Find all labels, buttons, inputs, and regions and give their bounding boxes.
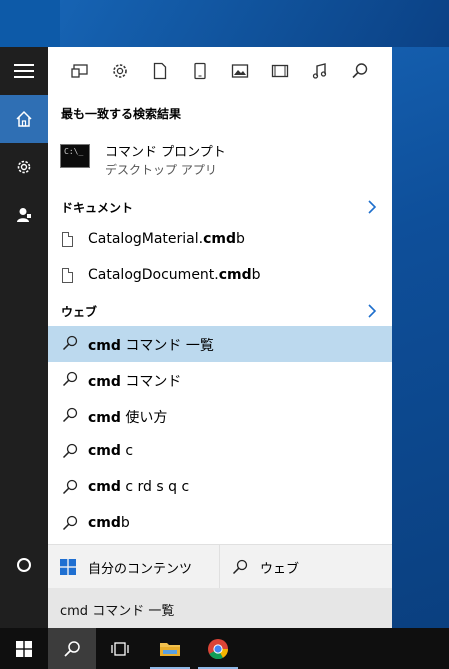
tablet-icon xyxy=(194,62,206,80)
best-match-result[interactable]: C:\_ コマンド プロンプト デスクトップ アプリ xyxy=(48,131,392,181)
document-icon xyxy=(153,62,167,80)
search-icon xyxy=(62,479,78,495)
web-scope-label: ウェブ xyxy=(260,562,300,577)
document-result-0[interactable]: CatalogMaterial.cmdb xyxy=(48,222,392,258)
start-button[interactable] xyxy=(0,628,48,669)
devices-filter[interactable] xyxy=(190,61,210,81)
home-button[interactable] xyxy=(0,95,48,143)
web-suggestion-text: cmd コマンド 一覧 xyxy=(88,338,214,354)
search-icon xyxy=(62,371,78,387)
documents-chevron-right-icon[interactable] xyxy=(366,200,378,214)
web-suggestion-text: cmdb xyxy=(88,515,130,531)
search-icon xyxy=(62,407,78,423)
taskbar xyxy=(0,628,449,669)
web-suggestion-text: cmd 使い方 xyxy=(88,410,168,426)
web-search-icon xyxy=(352,63,368,79)
taskbar-search-button[interactable] xyxy=(48,628,96,669)
document-name: CatalogDocument.cmdb xyxy=(88,267,261,283)
hamburger-icon xyxy=(14,64,34,78)
search-icon xyxy=(62,335,78,351)
desktop-background xyxy=(0,0,449,47)
apps-filter[interactable] xyxy=(70,61,90,81)
cortana-button[interactable] xyxy=(0,541,48,589)
search-icon xyxy=(62,443,78,459)
photos-filter[interactable] xyxy=(230,61,250,81)
command-prompt-icon: C:\_ xyxy=(60,144,90,168)
music-filter[interactable] xyxy=(310,61,330,81)
web-suggestion-4[interactable]: cmd c rd s q c xyxy=(48,470,392,506)
web-suggestion-text: cmd c rd s q c xyxy=(88,479,190,495)
best-match-heading: 最も一致する検索結果 xyxy=(61,107,182,121)
file-explorer-icon xyxy=(160,642,180,656)
web-chevron-right-icon[interactable] xyxy=(366,304,378,318)
settings-gear-icon xyxy=(113,64,127,78)
cortana-circle-icon xyxy=(17,558,31,572)
web-suggestion-0[interactable]: cmd コマンド 一覧 xyxy=(48,326,392,362)
web-suggestion-3[interactable]: cmd c xyxy=(48,434,392,470)
search-icon xyxy=(62,515,78,531)
account-button[interactable] xyxy=(0,191,48,239)
home-icon xyxy=(16,110,32,127)
web-filter[interactable] xyxy=(350,61,370,81)
windows-start-icon xyxy=(16,640,32,657)
settings-filter[interactable] xyxy=(110,61,130,81)
search-scope-bar: 自分のコンテンツ ウェブ xyxy=(48,544,392,589)
web-suggestion-text: cmd c xyxy=(88,443,134,459)
chrome-button[interactable] xyxy=(194,628,242,669)
web-scope-button[interactable]: ウェブ xyxy=(219,545,393,589)
search-icon xyxy=(64,640,80,657)
search-input[interactable]: cmd コマンド 一覧 xyxy=(48,588,392,628)
best-match-subtitle: デスクトップ アプリ xyxy=(105,163,217,177)
web-suggestion-2[interactable]: cmd 使い方 xyxy=(48,398,392,434)
windows-logo-icon xyxy=(60,559,76,575)
chrome-icon xyxy=(208,638,229,659)
videos-filter[interactable] xyxy=(270,61,290,81)
file-explorer-button[interactable] xyxy=(146,628,194,669)
settings-button[interactable] xyxy=(0,143,48,191)
search-query-text: cmd コマンド 一覧 xyxy=(60,604,175,619)
photo-icon xyxy=(231,64,249,78)
start-left-rail xyxy=(0,47,48,628)
command-prompt-icon-text: C:\_ xyxy=(64,147,84,156)
documents-heading: ドキュメント xyxy=(61,201,134,215)
web-suggestion-5[interactable]: cmdb xyxy=(48,506,392,542)
document-file-icon xyxy=(62,268,73,283)
web-suggestion-text: cmd コマンド xyxy=(88,374,182,390)
person-icon xyxy=(17,208,31,222)
my-content-button[interactable]: 自分のコンテンツ xyxy=(48,545,218,589)
apps-icon xyxy=(71,64,88,78)
task-view-button[interactable] xyxy=(96,628,144,669)
document-file-icon xyxy=(62,232,73,247)
hamburger-menu-button[interactable] xyxy=(0,47,48,95)
search-results-panel: 最も一致する検索結果 C:\_ コマンド プロンプト デスクトップ アプリ ドキ… xyxy=(48,47,392,628)
video-icon xyxy=(271,64,289,78)
web-suggestion-1[interactable]: cmd コマンド xyxy=(48,362,392,398)
best-match-title: コマンド プロンプト xyxy=(105,145,226,160)
web-heading: ウェブ xyxy=(61,305,98,319)
gear-icon xyxy=(17,160,31,174)
my-content-label: 自分のコンテンツ xyxy=(88,562,193,577)
music-icon xyxy=(312,63,327,79)
search-icon xyxy=(232,559,248,575)
documents-filter[interactable] xyxy=(150,61,170,81)
document-name: CatalogMaterial.cmdb xyxy=(88,231,245,247)
document-result-1[interactable]: CatalogDocument.cmdb xyxy=(48,258,392,294)
search-filter-bar xyxy=(48,47,392,95)
task-view-icon xyxy=(111,641,129,656)
